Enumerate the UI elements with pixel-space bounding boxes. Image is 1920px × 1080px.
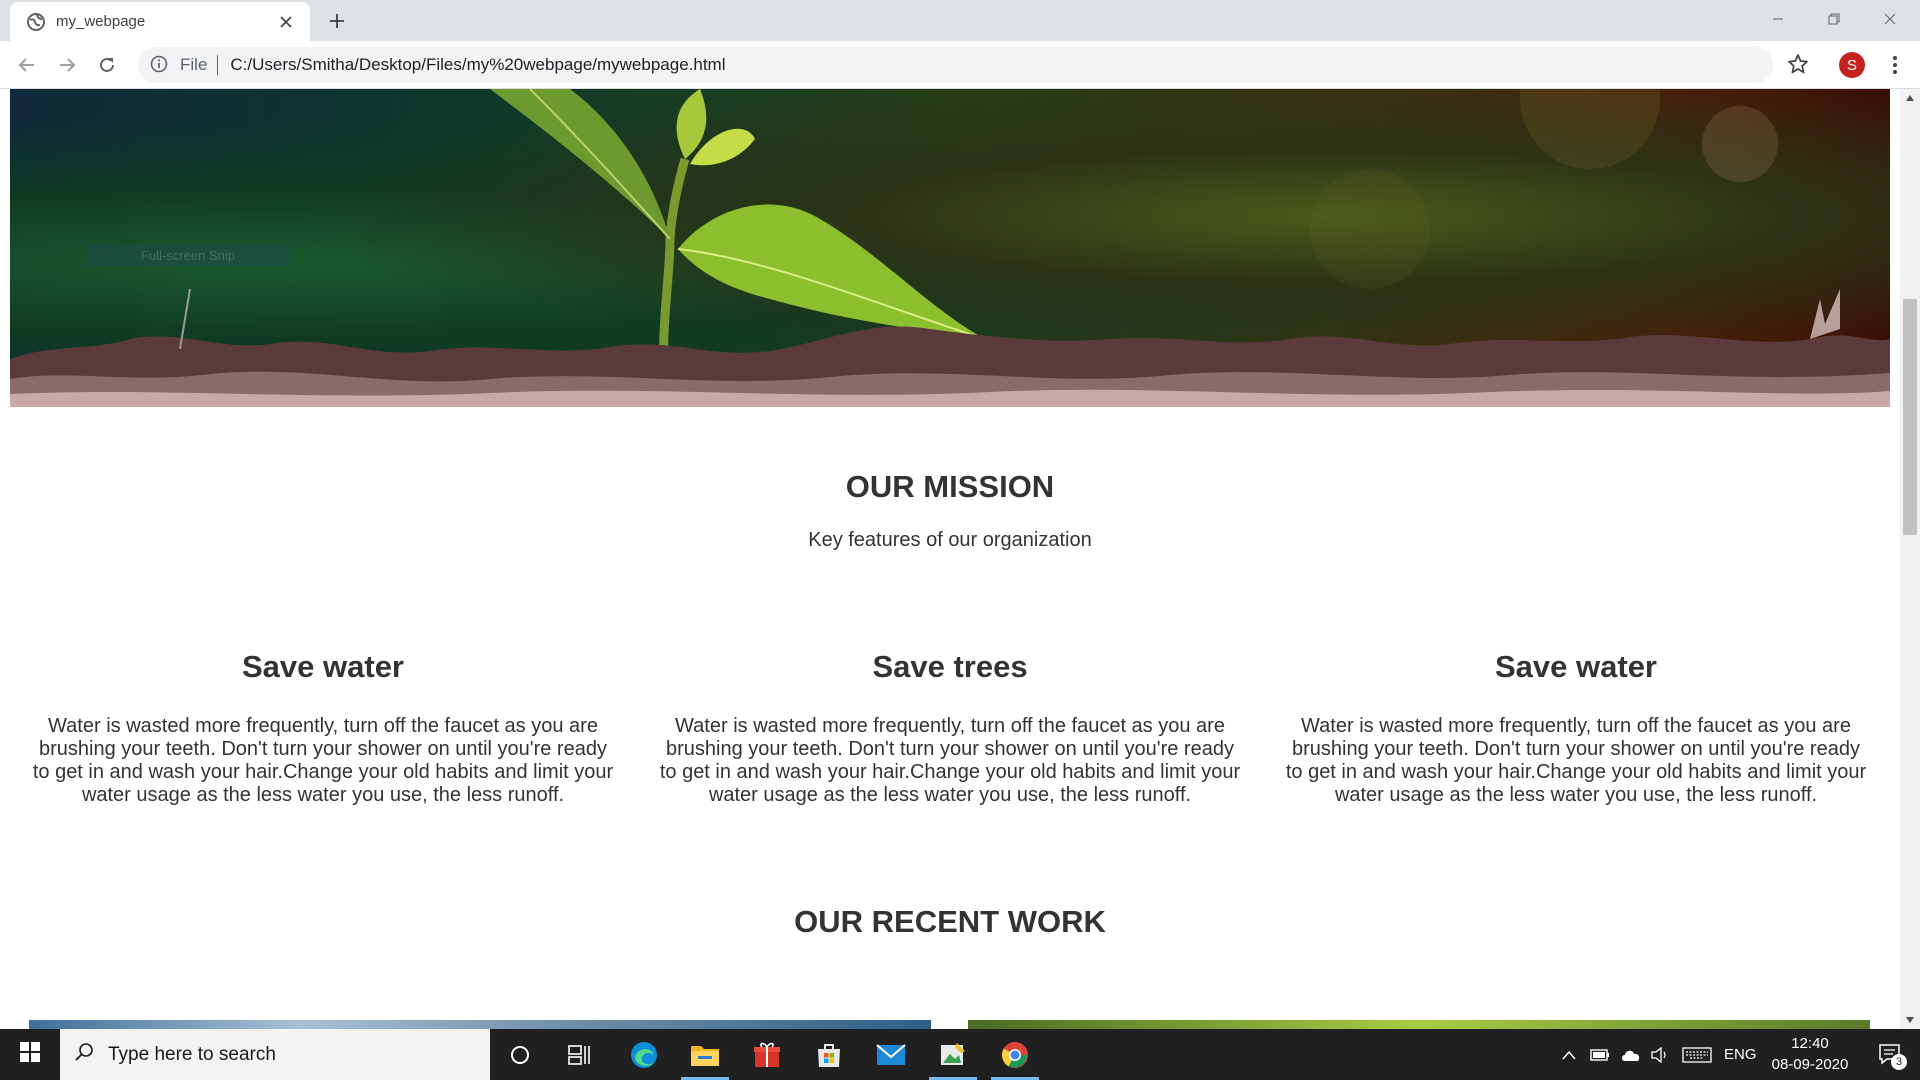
language-indicator[interactable]: ENG	[1724, 1029, 1757, 1080]
onedrive-cloud-icon[interactable]	[1620, 1029, 1642, 1080]
windows-taskbar: Type here to search ENG 12:40 08-09-2020…	[0, 1029, 1920, 1080]
battery-icon[interactable]	[1590, 1029, 1610, 1080]
browser-toolbar: File C:/Users/Smitha/Desktop/Files/my%20…	[0, 41, 1920, 89]
feature-text: Water is wasted more frequently, turn of…	[32, 715, 614, 806]
gift-app-icon[interactable]	[737, 1029, 797, 1080]
feature-text: Water is wasted more frequently, turn of…	[1285, 715, 1867, 806]
file-explorer-icon[interactable]	[675, 1029, 735, 1080]
minimize-button[interactable]	[1750, 0, 1806, 38]
scroll-down-arrow-icon[interactable]	[1900, 1011, 1920, 1029]
action-center-button[interactable]: 3	[1862, 1029, 1920, 1080]
new-tab-button[interactable]	[323, 7, 351, 35]
recent-work-image[interactable]	[968, 1020, 1870, 1029]
recent-work-image[interactable]	[29, 1020, 931, 1029]
restore-button[interactable]	[1806, 0, 1862, 38]
start-button[interactable]	[0, 1029, 60, 1080]
clock-date: 08-09-2020	[1771, 1056, 1849, 1073]
feature-title: Save trees	[872, 649, 1028, 684]
back-button[interactable]	[11, 49, 43, 81]
hero-image: Full-screen Snip	[10, 89, 1890, 407]
feature-title: Save water	[242, 649, 404, 684]
close-window-button[interactable]	[1862, 0, 1918, 38]
image-editor-icon[interactable]	[923, 1029, 983, 1080]
page-scrollbar[interactable]	[1900, 89, 1920, 1029]
scheme-label: File	[180, 55, 208, 74]
feature-card: Save trees Water is wasted more frequent…	[655, 649, 1245, 807]
edge-browser-icon[interactable]	[614, 1029, 674, 1080]
mission-title: OUR MISSION	[845, 469, 1055, 504]
clock-time: 12:40	[1791, 1035, 1829, 1052]
close-tab-icon[interactable]	[276, 12, 296, 32]
address-separator	[217, 55, 219, 75]
page-viewport: Full-screen Snip OUR MISSION Key feature…	[0, 89, 1900, 1029]
volume-icon[interactable]	[1650, 1029, 1670, 1080]
mission-subtitle: Key features of our organization	[808, 529, 1092, 551]
reload-button[interactable]	[91, 49, 123, 81]
feature-card: Save water Water is wasted more frequent…	[28, 649, 618, 807]
globe-icon	[26, 12, 46, 32]
chrome-icon[interactable]	[985, 1029, 1045, 1080]
menu-icon[interactable]	[1885, 52, 1905, 78]
notification-icon: 3	[1877, 1041, 1907, 1070]
profile-avatar[interactable]: S	[1839, 52, 1865, 78]
feature-title: Save water	[1495, 649, 1657, 684]
keyboard-icon[interactable]	[1682, 1029, 1712, 1080]
url-text[interactable]: C:/Users/Smitha/Desktop/Files/my%20webpa…	[230, 55, 725, 75]
bookmark-star-icon[interactable]	[1787, 53, 1809, 80]
notification-count-badge: 3	[1891, 1053, 1907, 1070]
scrollbar-thumb[interactable]	[1903, 299, 1917, 535]
show-hidden-icons-icon[interactable]	[1562, 1029, 1576, 1080]
recent-work-title: OUR RECENT WORK	[794, 904, 1106, 939]
forward-button[interactable]	[51, 49, 83, 81]
taskbar-search-box[interactable]: Type here to search	[60, 1029, 490, 1080]
mail-icon[interactable]	[861, 1029, 921, 1080]
tab-title: my_webpage	[56, 13, 146, 30]
info-icon[interactable]	[150, 55, 170, 75]
cortana-icon[interactable]	[490, 1029, 550, 1080]
task-view-icon[interactable]	[550, 1029, 610, 1080]
windows-logo-icon	[20, 1042, 40, 1067]
search-icon	[74, 1042, 94, 1067]
microsoft-store-icon[interactable]	[799, 1029, 859, 1080]
feature-card: Save water Water is wasted more frequent…	[1281, 649, 1871, 807]
system-clock[interactable]: 12:40 08-09-2020	[1760, 1033, 1860, 1075]
snip-overlay-label: Full-screen Snip	[87, 244, 289, 266]
scroll-up-arrow-icon[interactable]	[1900, 89, 1920, 107]
feature-text: Water is wasted more frequently, turn of…	[659, 715, 1241, 806]
search-placeholder: Type here to search	[108, 1043, 276, 1065]
tab-my-webpage[interactable]: my_webpage	[10, 2, 310, 41]
browser-tab-strip: my_webpage	[0, 0, 1920, 41]
address-bar[interactable]: File C:/Users/Smitha/Desktop/Files/my%20…	[138, 47, 1773, 83]
